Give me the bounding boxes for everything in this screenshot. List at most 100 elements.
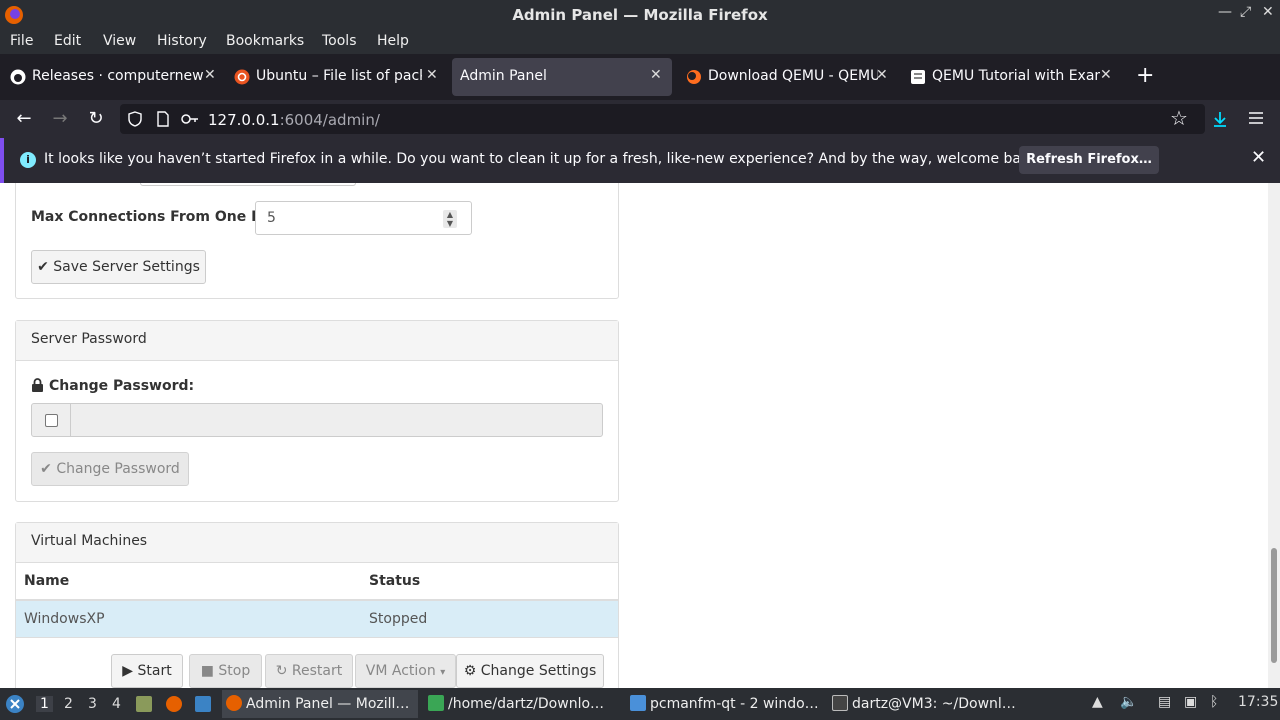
tab-qemu-tutorial[interactable]: QEMU Tutorial with Exam ✕ <box>906 58 1118 96</box>
github-icon <box>10 69 26 85</box>
volume-icon[interactable]: 🔈 <box>1120 694 1137 710</box>
page-icon <box>911 70 925 84</box>
tab-title: Download QEMU - QEMU <box>708 68 878 84</box>
server-settings-panel: Max Connections From One IP: 5 ▲ ▼ ✔ Save… <box>15 183 619 299</box>
menu-tools[interactable]: Tools <box>322 33 357 49</box>
clock[interactable]: 17:35 <box>1238 694 1278 710</box>
number-spinner-icon[interactable]: ▲ ▼ <box>443 210 457 228</box>
menu-file[interactable]: File <box>10 33 33 49</box>
clipboard-icon[interactable]: ▤ <box>1158 694 1171 710</box>
start-vm-button[interactable]: ▶ Start <box>111 654 183 688</box>
tab-title: Ubuntu – File list of packa <box>256 68 422 84</box>
maximize-button[interactable]: ⤢ <box>1240 4 1251 20</box>
key-icon[interactable] <box>181 112 199 126</box>
password-input[interactable] <box>70 403 603 437</box>
task-terminal-downloads[interactable]: /home/dartz/Downlo… <box>424 690 620 718</box>
close-tab-icon[interactable]: ✕ <box>876 67 888 83</box>
close-tab-icon[interactable]: ✕ <box>1100 67 1112 83</box>
max-connections-value: 5 <box>267 210 276 226</box>
download-icon[interactable] <box>1211 110 1229 128</box>
workspace-2[interactable]: 2 <box>64 696 73 712</box>
check-icon: ✔ <box>37 259 49 275</box>
info-icon: i <box>20 152 36 168</box>
taskbar: 1 2 3 4 Admin Panel — Mozill… /home/dart… <box>0 688 1280 720</box>
tab-qemu-download[interactable]: Download QEMU - QEMU ✕ <box>682 58 894 96</box>
forward-icon[interactable]: → <box>49 108 71 130</box>
table-row[interactable]: WindowsXP Stopped <box>16 601 618 638</box>
page-scrollbar[interactable] <box>1268 183 1280 688</box>
tab-bar: Releases · computernewb/c ✕ Ubuntu – Fil… <box>0 54 1280 100</box>
reload-icon[interactable]: ↻ <box>85 108 107 130</box>
url-bar[interactable]: 127.0.0.1:6004/admin/ ☆ <box>120 104 1205 134</box>
file-manager-launcher-icon[interactable] <box>136 696 152 712</box>
workspace-3[interactable]: 3 <box>88 696 97 712</box>
tab-title: QEMU Tutorial with Exam <box>932 68 1100 84</box>
url-text[interactable]: 127.0.0.1:6004/admin/ <box>208 111 380 129</box>
menu-help[interactable]: Help <box>377 33 409 49</box>
restart-vm-button[interactable]: ↻ Restart <box>265 654 353 688</box>
terminal-icon <box>832 695 848 711</box>
bookmark-star-icon[interactable]: ☆ <box>1170 106 1188 130</box>
save-server-settings-label: Save Server Settings <box>53 259 200 275</box>
password-input-group <box>31 403 603 437</box>
change-settings-button[interactable]: ⚙ Change Settings <box>456 654 604 688</box>
virtual-machines-panel: Virtual Machines Name Status WindowsXP S… <box>15 522 619 688</box>
task-pcmanfm[interactable]: pcmanfm-qt - 2 windo… <box>626 690 822 718</box>
vm-action-dropdown[interactable]: VM Action ▾ <box>355 654 456 688</box>
workspace-1[interactable]: 1 <box>36 696 53 712</box>
refresh-icon: ↻ <box>275 663 288 679</box>
workspace-4[interactable]: 4 <box>112 696 121 712</box>
tab-ubuntu[interactable]: Ubuntu – File list of packa ✕ <box>230 58 444 96</box>
panel-heading: Server Password <box>16 321 618 361</box>
close-window-button[interactable]: ✕ <box>1262 4 1274 20</box>
terminal-icon <box>428 695 444 711</box>
stop-label: Stop <box>218 663 251 679</box>
minimize-button[interactable]: — <box>1218 4 1232 20</box>
column-header-name: Name <box>24 573 70 589</box>
change-password-label: Change Password: <box>49 378 195 394</box>
stop-icon: ■ <box>200 663 214 679</box>
restart-label: Restart <box>291 663 343 679</box>
desktop-launcher-icon[interactable] <box>195 696 211 712</box>
close-tab-icon[interactable]: ✕ <box>650 67 662 83</box>
shield-icon[interactable] <box>127 111 143 127</box>
hamburger-menu-icon[interactable] <box>1248 111 1264 125</box>
firefox-launcher-icon[interactable] <box>166 696 182 712</box>
max-connections-input[interactable]: 5 ▲ ▼ <box>255 201 472 235</box>
menu-bookmarks[interactable]: Bookmarks <box>226 33 304 49</box>
refresh-firefox-button[interactable]: Refresh Firefox… <box>1019 146 1159 174</box>
enable-password-checkbox[interactable] <box>45 414 58 427</box>
tab-admin-panel[interactable]: Admin Panel ✕ <box>452 58 672 96</box>
menu-history[interactable]: History <box>157 33 207 49</box>
start-label: Start <box>137 663 172 679</box>
scrollbar-thumb[interactable] <box>1271 548 1277 663</box>
close-tab-icon[interactable]: ✕ <box>426 67 438 83</box>
stop-vm-button[interactable]: ■ Stop <box>189 654 262 688</box>
close-notification-icon[interactable]: ✕ <box>1251 147 1266 168</box>
task-firefox[interactable]: Admin Panel — Mozill… <box>222 690 418 718</box>
qemu-icon <box>687 70 701 84</box>
server-password-panel: Server Password Change Password: ✔ Chang… <box>15 320 619 502</box>
folder-icon <box>630 695 646 711</box>
menu-view[interactable]: View <box>103 33 136 49</box>
tab-title: Admin Panel <box>460 68 547 84</box>
task-terminal-ssh[interactable]: dartz@VM3: ~/Downl… <box>828 690 1024 718</box>
column-header-status: Status <box>369 573 421 589</box>
tab-releases[interactable]: Releases · computernewb/c ✕ <box>6 58 220 96</box>
back-icon[interactable]: ← <box>13 108 35 130</box>
change-password-button[interactable]: ✔ Change Password <box>31 452 189 486</box>
new-tab-button[interactable]: + <box>1136 64 1154 88</box>
save-server-settings-button[interactable]: ✔ Save Server Settings <box>31 250 206 284</box>
menu-bar: File Edit View History Bookmarks Tools H… <box>0 30 1280 54</box>
previous-input-field[interactable] <box>140 183 356 186</box>
close-tab-icon[interactable]: ✕ <box>204 67 216 83</box>
tray-arrow-icon[interactable]: ▲ <box>1092 694 1103 710</box>
vm-action-label: VM Action <box>365 663 436 679</box>
firefox-icon <box>226 695 242 711</box>
page-info-icon[interactable] <box>156 111 170 127</box>
display-icon[interactable]: ▣ <box>1184 694 1197 710</box>
vm-name: WindowsXP <box>24 611 105 627</box>
bluetooth-icon[interactable]: ᛒ <box>1210 694 1218 710</box>
start-menu-icon[interactable] <box>5 694 25 714</box>
menu-edit[interactable]: Edit <box>54 33 81 49</box>
